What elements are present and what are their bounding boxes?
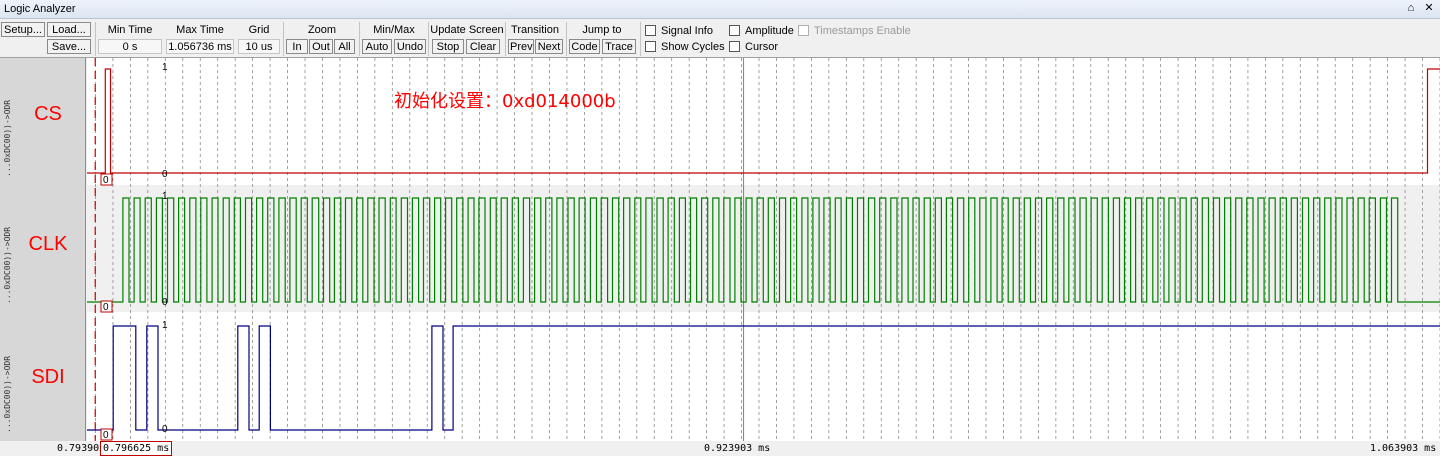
amplitude-label: Amplitude [745, 25, 794, 37]
toolbar-separator [95, 22, 96, 56]
checkbox-box[interactable] [645, 25, 656, 36]
jump-to-label: Jump to [582, 24, 622, 36]
signal-info-label: Signal Info [661, 25, 713, 37]
svg-text:0: 0 [103, 302, 109, 313]
window-title: Logic Analyzer [4, 3, 76, 15]
cs-high-level: 1 [162, 62, 168, 73]
toolbar-separator [359, 22, 360, 56]
svg-text:0: 0 [103, 430, 109, 441]
channel-expression: ...0xDC00))->ODR [3, 226, 12, 304]
jump-trace-button[interactable]: Trace [602, 39, 636, 54]
auto-button[interactable]: Auto [362, 39, 392, 54]
zoom-label: Zoom [307, 24, 337, 36]
signal-info-checkbox[interactable]: Signal Info [645, 25, 713, 39]
checkbox-box[interactable] [729, 25, 740, 36]
show-cycles-checkbox[interactable]: Show Cycles [645, 41, 725, 55]
toolbar-separator [505, 22, 506, 56]
min-time-value: 0 s [98, 39, 162, 54]
minmax-label: Min/Max [373, 24, 415, 36]
time-axis: 0.793903 0.796625 ms 0.923903 ms 1.06390… [0, 441, 1440, 456]
clk-high-level: 1 [162, 191, 168, 202]
transition-label: Transition [511, 24, 559, 36]
zoom-in-button[interactable]: In [286, 39, 308, 54]
channel-name: CLK [28, 233, 68, 255]
cursor-label: Cursor [745, 41, 779, 53]
checkbox-box[interactable] [729, 41, 740, 52]
show-cycles-label: Show Cycles [661, 41, 725, 53]
timestamps-label: Timestamps Enable [814, 25, 911, 37]
cursor-time-box: 0.796625 ms [100, 441, 173, 456]
svg-text:0: 0 [103, 175, 109, 186]
axis-center-time: 0.923903 ms [704, 443, 771, 454]
next-button[interactable]: Next [535, 39, 563, 54]
update-screen-label: Update Screen [430, 24, 504, 36]
toolbar-separator [640, 22, 641, 56]
max-time-label: Max Time [176, 24, 224, 36]
stop-button[interactable]: Stop [432, 39, 464, 54]
load-button[interactable]: Load... [47, 22, 91, 37]
save-button[interactable]: Save... [47, 39, 91, 54]
cursor-marker-clk: 0 [100, 300, 113, 313]
channel-label-panel[interactable]: SDI ...0xDC00))->ODR [0, 312, 86, 441]
sdi-low-level: 0 [162, 424, 168, 435]
prev-button[interactable]: Prev [508, 39, 534, 54]
toolbar-separator [283, 22, 284, 56]
checkbox-box[interactable] [645, 41, 656, 52]
zoom-out-button[interactable]: Out [309, 39, 333, 54]
pin-icon[interactable]: ⌂ [1404, 2, 1418, 15]
channel-name: CS [34, 103, 62, 125]
jump-code-button[interactable]: Code [569, 39, 600, 54]
annotation-text: 初始化设置：0xd014000b [394, 91, 616, 112]
timestamps-checkbox: Timestamps Enable [798, 25, 911, 39]
channel-expression: ...0xDC00))->ODR [3, 99, 12, 177]
zoom-all-button[interactable]: All [334, 39, 355, 54]
setup-button[interactable]: Setup... [1, 22, 45, 37]
channel-label-panel[interactable]: CS ...0xDC00))->ODR [0, 58, 86, 185]
axis-right-time: 1.063903 ms [1370, 443, 1437, 454]
grid-value: 10 us [238, 39, 280, 54]
clear-button[interactable]: Clear [466, 39, 500, 54]
axis-left-time: 0.793903 [57, 443, 106, 454]
cursor-marker-cs: 0 [100, 173, 113, 186]
undo-button[interactable]: Undo [394, 39, 426, 54]
checkbox-box [798, 25, 809, 36]
toolbar: Setup... Load... Save... Min Time 0 s Ma… [0, 19, 1440, 58]
toolbar-separator [428, 22, 429, 56]
amplitude-checkbox[interactable]: Amplitude [729, 25, 794, 39]
clk-low-level: 0 [162, 297, 168, 308]
cursor-marker-sdi: 0 [100, 428, 113, 441]
channel-expression: ...0xDC00))->ODR [3, 355, 12, 433]
cursor-checkbox[interactable]: Cursor [729, 41, 778, 55]
channel-label-panel[interactable]: CLK ...0xDC00))->ODR [0, 185, 86, 312]
min-time-label: Min Time [107, 24, 153, 36]
max-time-value: 1.056736 ms [166, 39, 234, 54]
cs-lane-bg [87, 58, 1440, 185]
cs-low-level: 0 [162, 169, 168, 180]
waveform-plot[interactable]: 1 0 1 0 1 0 0 0 0 初始化设置：0xd014000b [87, 58, 1440, 441]
toolbar-separator [566, 22, 567, 56]
grid-label: Grid [248, 24, 270, 36]
channel-name: SDI [31, 366, 65, 388]
title-bar: Logic Analyzer ⌂ ✕ [0, 0, 1440, 19]
close-icon[interactable]: ✕ [1422, 2, 1436, 15]
sdi-lane-bg [87, 312, 1440, 441]
sdi-high-level: 1 [162, 320, 168, 331]
